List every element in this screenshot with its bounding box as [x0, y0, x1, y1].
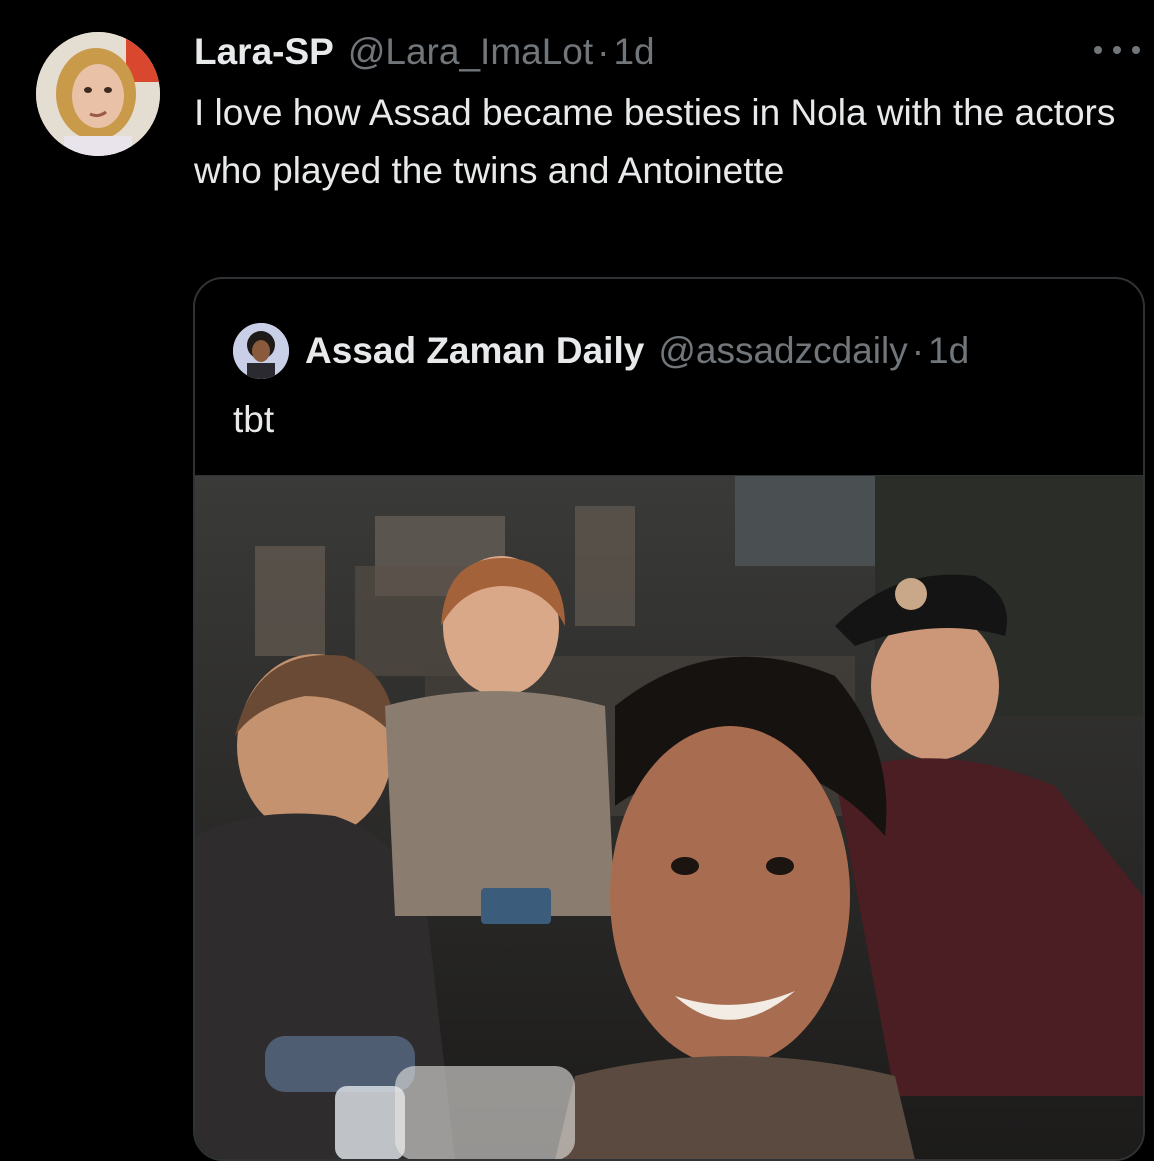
tweet-timestamp[interactable]: 1d [613, 31, 654, 73]
tweet[interactable]: Lara-SP @Lara_ImaLot · 1d I love how Ass… [0, 0, 1154, 1161]
quoted-tweet-photo[interactable] [195, 475, 1143, 1159]
author-display-name[interactable]: Lara-SP [194, 31, 334, 73]
quoted-header-separator: · [911, 330, 925, 371]
quoted-author-display-name[interactable]: Assad Zaman Daily [305, 330, 644, 372]
quoted-author-handle[interactable]: @assadzcdaily [658, 330, 907, 372]
more-dot [1094, 46, 1102, 54]
header-separator: · [597, 31, 610, 72]
more-horizontal-icon[interactable] [1094, 40, 1140, 60]
group-selfie-image [195, 476, 1143, 1159]
quoted-tweet-header: Assad Zaman Daily @assadzcdaily · 1d [233, 323, 969, 379]
quoted-tweet-timestamp[interactable]: 1d [928, 330, 969, 372]
quoted-author-avatar-image [233, 323, 289, 379]
author-avatar[interactable] [36, 32, 160, 156]
tweet-header: Lara-SP @Lara_ImaLot · 1d [194, 28, 655, 76]
more-dot [1132, 46, 1140, 54]
quoted-tweet-card[interactable]: Assad Zaman Daily @assadzcdaily · 1d tbt [193, 277, 1145, 1161]
author-handle[interactable]: @Lara_ImaLot [348, 31, 593, 73]
tweet-text: I love how Assad became besties in Nola … [194, 92, 1116, 191]
author-avatar-image [36, 32, 160, 156]
quoted-tweet-text: tbt [233, 399, 275, 440]
quoted-author-avatar[interactable] [233, 323, 289, 379]
more-dot [1113, 46, 1121, 54]
